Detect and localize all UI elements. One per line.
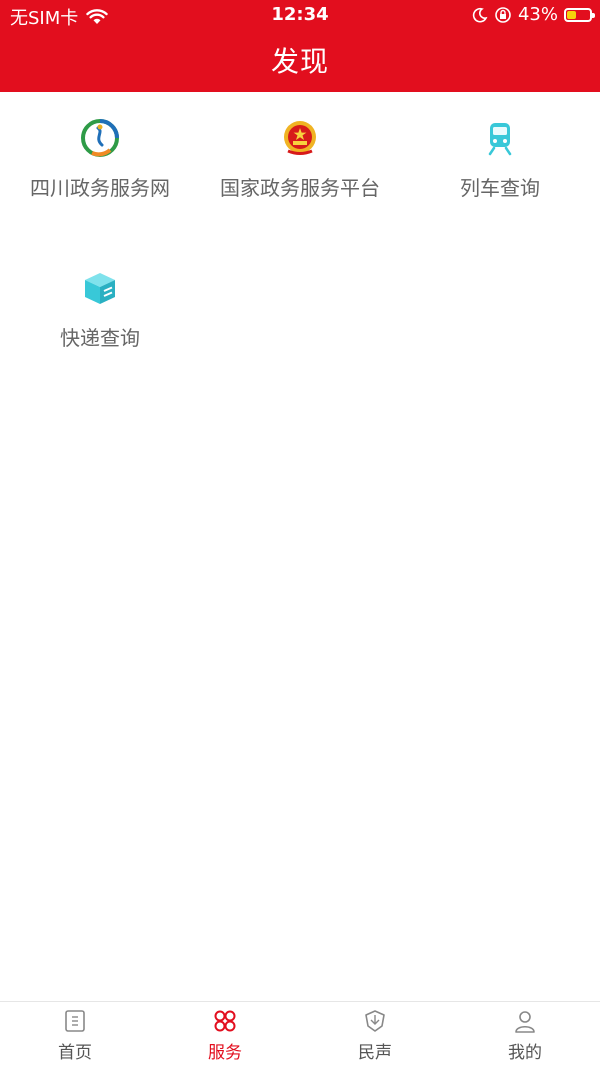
voice-shield-icon	[365, 1010, 385, 1032]
service-label: 快递查询	[60, 326, 140, 350]
national-emblem-icon	[284, 121, 316, 155]
status-bar: 无SIM卡 12:34 43%	[0, 0, 600, 30]
service-sichuan-gov[interactable]: 四川政务服务网	[0, 92, 200, 232]
service-label: 国家政务服务平台	[220, 176, 380, 200]
battery-icon	[564, 7, 595, 22]
service-label: 四川政务服务网	[30, 176, 170, 200]
tab-label: 我的	[508, 1043, 542, 1063]
tab-label: 首页	[58, 1043, 92, 1063]
tab-home[interactable]: 首页	[0, 1002, 150, 1068]
service-train-query[interactable]: 列车查询	[400, 92, 600, 232]
tab-label: 民声	[358, 1043, 392, 1063]
user-icon	[515, 1011, 535, 1033]
train-icon	[488, 123, 512, 156]
parcel-box-icon	[85, 273, 115, 304]
rotation-lock-icon	[495, 6, 511, 23]
services-grid-icon	[214, 1010, 236, 1032]
app-header: 无SIM卡 12:34 43% 发现	[0, 0, 600, 92]
home-doc-icon	[65, 1010, 85, 1032]
service-label: 列车查询	[460, 176, 540, 200]
battery-fill	[567, 10, 576, 19]
service-express-query[interactable]: 快递查询	[0, 242, 200, 382]
tab-mine[interactable]: 我的	[450, 1002, 600, 1068]
status-right: 43%	[472, 4, 595, 25]
bottom-tab-bar: 首页 服务 民声 我的	[0, 1001, 600, 1068]
page-title: 发现	[270, 45, 329, 78]
tab-label: 服务	[208, 1043, 242, 1063]
sichuan-gov-logo-icon	[81, 119, 119, 157]
service-national-gov[interactable]: 国家政务服务平台	[200, 92, 400, 232]
moon-icon	[472, 7, 488, 22]
battery-percent: 43%	[517, 4, 558, 25]
tab-services[interactable]: 服务	[150, 1002, 300, 1068]
tab-voice[interactable]: 民声	[300, 1002, 450, 1068]
